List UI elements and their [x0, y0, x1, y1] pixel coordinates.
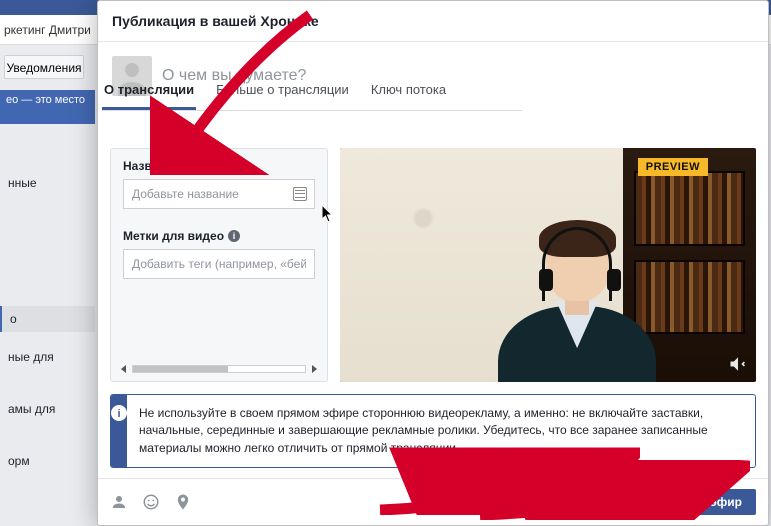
chevron-left-icon[interactable]	[121, 365, 126, 373]
privacy-selector[interactable]: Только я	[568, 489, 670, 515]
feeling-icon[interactable]	[142, 493, 160, 511]
chevron-down-icon	[651, 500, 659, 505]
lock-icon	[579, 496, 591, 508]
svg-text:i: i	[117, 408, 120, 420]
tab-more[interactable]: Больше о трансляции	[214, 82, 351, 110]
video-tags-input[interactable]	[123, 249, 315, 279]
info-banner-text: Не используйте в своем прямом эфире стор…	[127, 395, 755, 467]
tab-stream-key[interactable]: Ключ потока	[369, 82, 448, 110]
location-icon[interactable]	[174, 493, 192, 511]
video-title-input[interactable]	[123, 179, 315, 209]
go-live-modal: Публикация в вашей Хронике О чем вы дума…	[97, 0, 769, 526]
tag-people-icon[interactable]	[110, 493, 128, 511]
info-banner: i Не используйте в своем прямом эфире ст…	[110, 394, 756, 468]
mute-icon[interactable]	[728, 354, 748, 374]
modal-title: Публикация в вашей Хронике	[98, 1, 768, 42]
bg-blue-banner: ео — это место	[0, 90, 95, 124]
tags-label: Метки для видео	[123, 229, 224, 243]
horizontal-scrollbar[interactable]	[111, 359, 327, 381]
stream-tabs: О трансляции Больше о трансляции Ключ по…	[102, 72, 522, 111]
chevron-right-icon[interactable]	[312, 365, 317, 373]
title-label: Название видео	[123, 159, 315, 173]
nav-item[interactable]: нные	[0, 170, 95, 196]
nav-item[interactable]: орм	[0, 448, 95, 474]
privacy-label: Только я	[597, 495, 645, 509]
tab-about[interactable]: О трансляции	[102, 82, 196, 110]
preview-badge: PREVIEW	[638, 158, 708, 176]
nav-item[interactable]: о	[0, 306, 95, 332]
notifications-button[interactable]: Уведомления	[4, 55, 84, 79]
video-preview: PREVIEW	[340, 148, 756, 382]
nav-item[interactable]: ные для	[0, 344, 95, 370]
nav-item[interactable]: амы для	[0, 396, 95, 422]
title-list-icon[interactable]	[293, 187, 307, 201]
settings-pane: Название видео Метки для видео i	[110, 148, 328, 382]
left-nav: нные о ные для амы для орм	[0, 130, 95, 474]
go-live-button[interactable]: В эфир	[684, 489, 756, 515]
info-icon[interactable]: i	[228, 230, 240, 242]
modal-footer: Только я В эфир	[98, 478, 768, 525]
info-icon: i	[111, 395, 127, 467]
